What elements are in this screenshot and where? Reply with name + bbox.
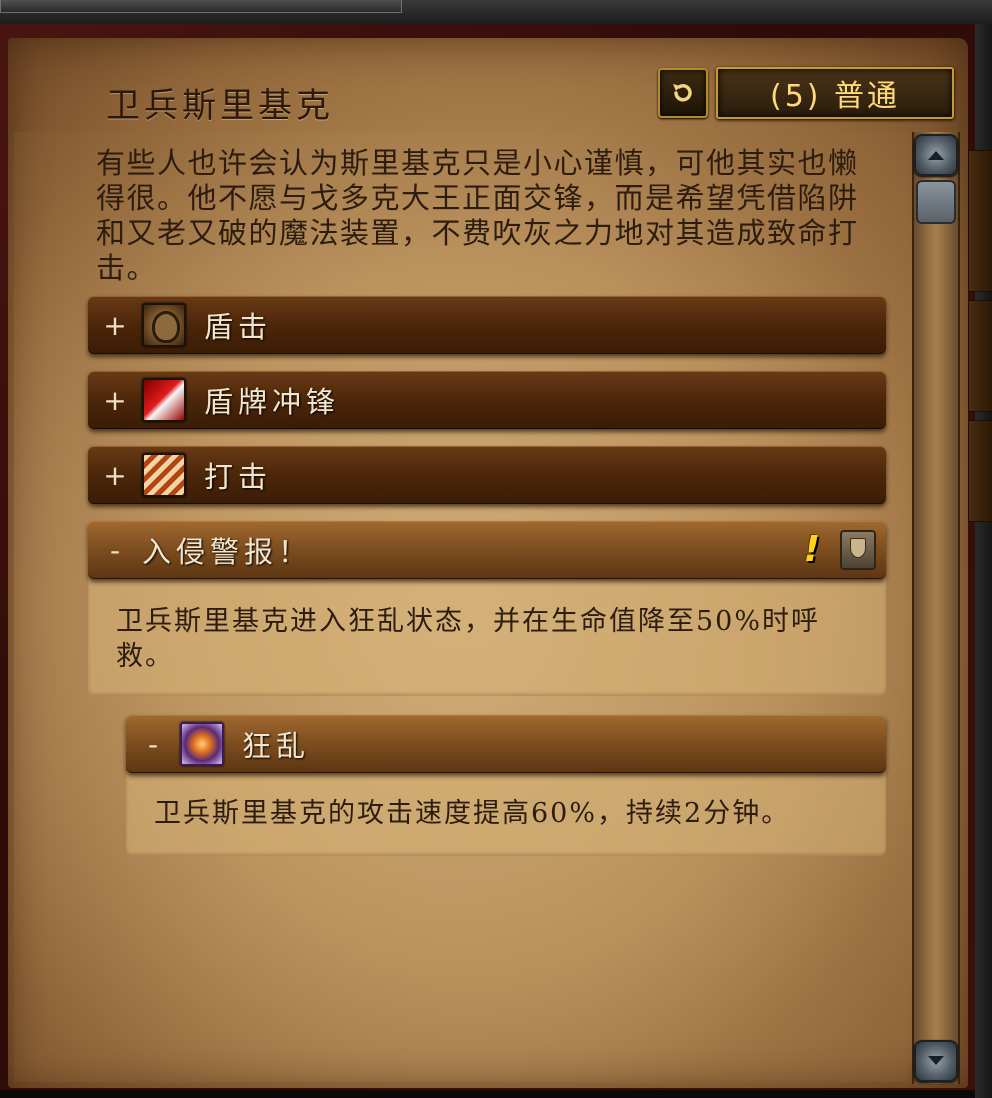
- frenzy-icon: [180, 722, 224, 766]
- ability-label: 盾牌冲锋: [204, 385, 341, 419]
- alert-section-label: 入侵警报！: [142, 535, 313, 569]
- scroll-up-button[interactable]: [914, 134, 958, 176]
- ability-label: 盾击: [204, 310, 273, 344]
- frenzy-section-header[interactable]: - 狂乱: [126, 715, 886, 773]
- frenzy-section-label: 狂乱: [242, 729, 311, 763]
- tank-shield-icon: [840, 530, 876, 570]
- frenzy-section-body: 卫兵斯里基克的攻击速度提高60%，持续2分钟。: [126, 764, 886, 856]
- expand-toggle[interactable]: +: [88, 384, 142, 417]
- reset-button[interactable]: [658, 68, 708, 118]
- encounter-title: 卫兵斯里基克: [106, 86, 334, 126]
- expand-toggle[interactable]: +: [88, 309, 142, 342]
- ability-header-shield-bash[interactable]: + 盾击: [88, 296, 886, 354]
- scrollbar-track[interactable]: [912, 132, 960, 1084]
- alert-section-body: 卫兵斯里基克进入狂乱状态，并在生命值降至50%时呼救。: [88, 572, 886, 696]
- expand-toggle[interactable]: +: [88, 459, 142, 492]
- alert-section-header[interactable]: - 入侵警报！ !: [88, 521, 886, 579]
- shield-bash-icon: [142, 303, 186, 347]
- alert-section-text: 卫兵斯里基克进入狂乱状态，并在生命值降至50%时呼救。: [116, 606, 821, 672]
- ability-header-strike[interactable]: + 打击: [88, 446, 886, 504]
- collapse-toggle[interactable]: -: [126, 728, 180, 761]
- chevron-up-icon: [928, 151, 944, 160]
- chevron-down-icon: [928, 1056, 944, 1065]
- frenzy-section-text: 卫兵斯里基克的攻击速度提高60%，持续2分钟。: [154, 798, 791, 829]
- difficulty-button[interactable]: (5) 普通: [716, 67, 954, 119]
- collapse-toggle[interactable]: -: [88, 534, 142, 567]
- side-tab-upper[interactable]: [968, 150, 992, 292]
- scroll-thumb[interactable]: [916, 180, 956, 224]
- top-tab-stub: [0, 0, 402, 13]
- scroll-down-button[interactable]: [914, 1040, 958, 1082]
- shield-charge-icon: [142, 378, 186, 422]
- strike-icon: [142, 453, 186, 497]
- undo-icon: [673, 84, 692, 102]
- ability-label: 打击: [204, 460, 273, 494]
- top-window-bar: [0, 0, 992, 25]
- encounter-description: 有些人也许会认为斯里基克只是小心谨慎，可他其实也懒得很。他不愿与戈多克大王正面交…: [96, 146, 859, 285]
- ability-header-shield-charge[interactable]: + 盾牌冲锋: [88, 371, 886, 429]
- side-tab-middle[interactable]: [968, 300, 992, 412]
- side-tab-lower[interactable]: [968, 420, 992, 522]
- important-alert-icon: !: [803, 529, 820, 570]
